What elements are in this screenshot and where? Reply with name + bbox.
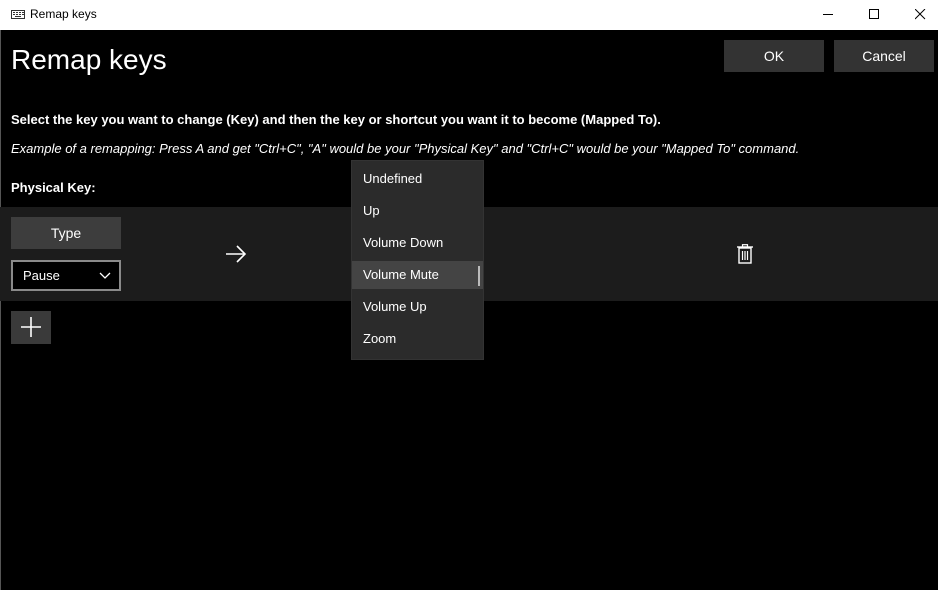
window-title: Remap keys [30,7,97,21]
page-title: Remap keys [11,44,167,75]
mapped-key-dropdown-list: Undefined Up Volume Down Volume Mute Vol… [351,160,484,360]
instructions-text: Select the key you want to change (Key) … [11,112,661,127]
window-border [0,30,1,590]
arrow-right-icon [226,245,247,263]
example-text: Example of a remapping: Press A and get … [11,141,800,156]
delete-button[interactable] [731,240,759,268]
minimize-button[interactable] [806,0,852,30]
physical-key-value: Pause [23,268,60,283]
trash-icon [737,244,753,264]
ok-button[interactable]: OK [724,40,824,72]
dropdown-item-volume-down[interactable]: Volume Down [352,229,483,257]
maximize-button[interactable] [852,0,898,30]
close-button[interactable] [898,0,938,30]
minimize-icon [823,14,833,15]
plus-icon [21,317,41,337]
dropdown-item-up[interactable]: Up [352,197,483,225]
dropdown-scrollbar[interactable] [478,266,480,286]
close-icon [915,9,926,20]
maximize-icon [869,9,879,19]
chevron-down-icon [99,272,111,279]
title-bar: Remap keys [0,0,938,30]
add-mapping-button[interactable] [11,311,51,344]
physical-key-header: Physical Key: [11,180,96,195]
physical-key-select[interactable]: Pause [11,260,121,291]
cancel-button[interactable]: Cancel [834,40,934,72]
dropdown-item-volume-up[interactable]: Volume Up [352,293,483,321]
type-button[interactable]: Type [11,217,121,249]
dropdown-item-undefined[interactable]: Undefined [352,165,483,193]
dropdown-item-zoom[interactable]: Zoom [352,325,483,353]
keyboard-icon [11,10,25,19]
dropdown-item-volume-mute[interactable]: Volume Mute [352,261,483,289]
